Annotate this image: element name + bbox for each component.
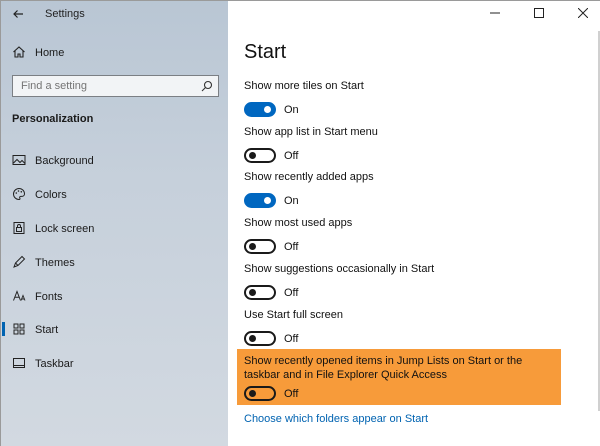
fonts-icon [13, 290, 26, 301]
toggle-knob [249, 289, 256, 296]
toggle-state-label: Off [284, 287, 299, 299]
lock-screen-icon [13, 222, 25, 234]
toggle-knob [264, 106, 271, 113]
search-icon[interactable] [201, 80, 213, 92]
toggle-switch[interactable] [244, 239, 276, 254]
sidebar-item-label: Colors [35, 189, 67, 201]
maximize-button[interactable] [529, 5, 549, 23]
sidebar-item-label: Home [35, 47, 65, 59]
sidebar-item-label: Start [35, 324, 59, 336]
sidebar: Settings Home Personalization Background [1, 1, 228, 446]
setting-show-more-tiles: Show more tiles on Start On [244, 80, 574, 122]
setting-label: Use Start full screen [244, 309, 344, 321]
toggle-knob [264, 197, 271, 204]
palette-icon [13, 187, 26, 201]
sidebar-item-label: Fonts [35, 291, 63, 303]
sidebar-item-background[interactable]: Background [1, 147, 228, 173]
back-button[interactable] [9, 5, 27, 23]
sidebar-item-start[interactable]: Start [1, 316, 228, 342]
home-icon [13, 46, 25, 58]
title-bar: Settings [1, 1, 228, 27]
toggle-switch[interactable] [244, 386, 276, 401]
setting-label: Show app list in Start menu [244, 126, 378, 138]
settings-window: Settings Home Personalization Background [0, 0, 600, 446]
sidebar-item-lock-screen[interactable]: Lock screen [1, 215, 228, 241]
setting-show-app-list: Show app list in Start menu Off [244, 126, 574, 168]
choose-folders-link[interactable]: Choose which folders appear on Start [244, 413, 428, 425]
sidebar-item-label: Taskbar [35, 358, 74, 370]
minimize-icon [490, 12, 500, 14]
sidebar-item-themes[interactable]: Themes [1, 249, 228, 275]
taskbar-icon [13, 358, 25, 368]
toggle-state-label: Off [284, 150, 299, 162]
selection-indicator [2, 322, 5, 336]
toggle-knob [249, 335, 256, 342]
search-input[interactable] [13, 76, 198, 96]
toggle-state-label: Off [284, 388, 299, 400]
setting-label: Show recently added apps [244, 171, 374, 183]
close-button[interactable] [573, 5, 593, 23]
maximize-icon [534, 8, 544, 18]
setting-start-full-screen: Use Start full screen Off [244, 309, 574, 351]
sidebar-item-taskbar[interactable]: Taskbar [1, 350, 228, 376]
toggle-knob [249, 152, 256, 159]
toggle-state-label: Off [284, 333, 299, 345]
setting-recently-opened-items: Show recently opened items in Jump Lists… [237, 349, 561, 405]
setting-label: Show most used apps [244, 217, 353, 229]
toggle-state-label: Off [284, 241, 299, 253]
back-arrow-icon [13, 10, 23, 18]
start-icon [13, 323, 25, 335]
toggle-state-label: On [284, 104, 299, 116]
app-title: Settings [45, 8, 85, 20]
section-title: Personalization [12, 113, 94, 125]
setting-show-recently-added: Show recently added apps On [244, 171, 574, 213]
minimize-button[interactable] [485, 5, 505, 23]
toggle-switch[interactable] [244, 331, 276, 346]
toggle-switch[interactable] [244, 102, 276, 117]
toggle-knob [249, 243, 256, 250]
themes-icon [13, 255, 26, 268]
setting-show-most-used: Show most used apps Off [244, 217, 574, 259]
sidebar-item-fonts[interactable]: Fonts [1, 283, 228, 309]
toggle-knob [249, 390, 256, 397]
toggle-switch[interactable] [244, 193, 276, 208]
close-icon [577, 7, 589, 19]
toggle-state-label: On [284, 195, 299, 207]
window-controls [481, 1, 600, 27]
toggle-switch[interactable] [244, 285, 276, 300]
page-title: Start [244, 41, 287, 63]
setting-label: Show more tiles on Start [244, 80, 364, 92]
sidebar-item-label: Themes [35, 257, 75, 269]
background-icon [12, 155, 26, 165]
sidebar-item-home[interactable]: Home [1, 41, 228, 65]
setting-label: Show recently opened items in Jump Lists… [244, 355, 523, 381]
setting-label: Show suggestions occasionally in Start [244, 263, 435, 275]
sidebar-item-label: Lock screen [35, 223, 95, 235]
toggle-switch[interactable] [244, 148, 276, 163]
search-box[interactable] [12, 75, 219, 97]
sidebar-item-label: Background [35, 155, 94, 167]
setting-show-suggestions: Show suggestions occasionally in Start O… [244, 263, 574, 305]
sidebar-item-colors[interactable]: Colors [1, 181, 228, 207]
